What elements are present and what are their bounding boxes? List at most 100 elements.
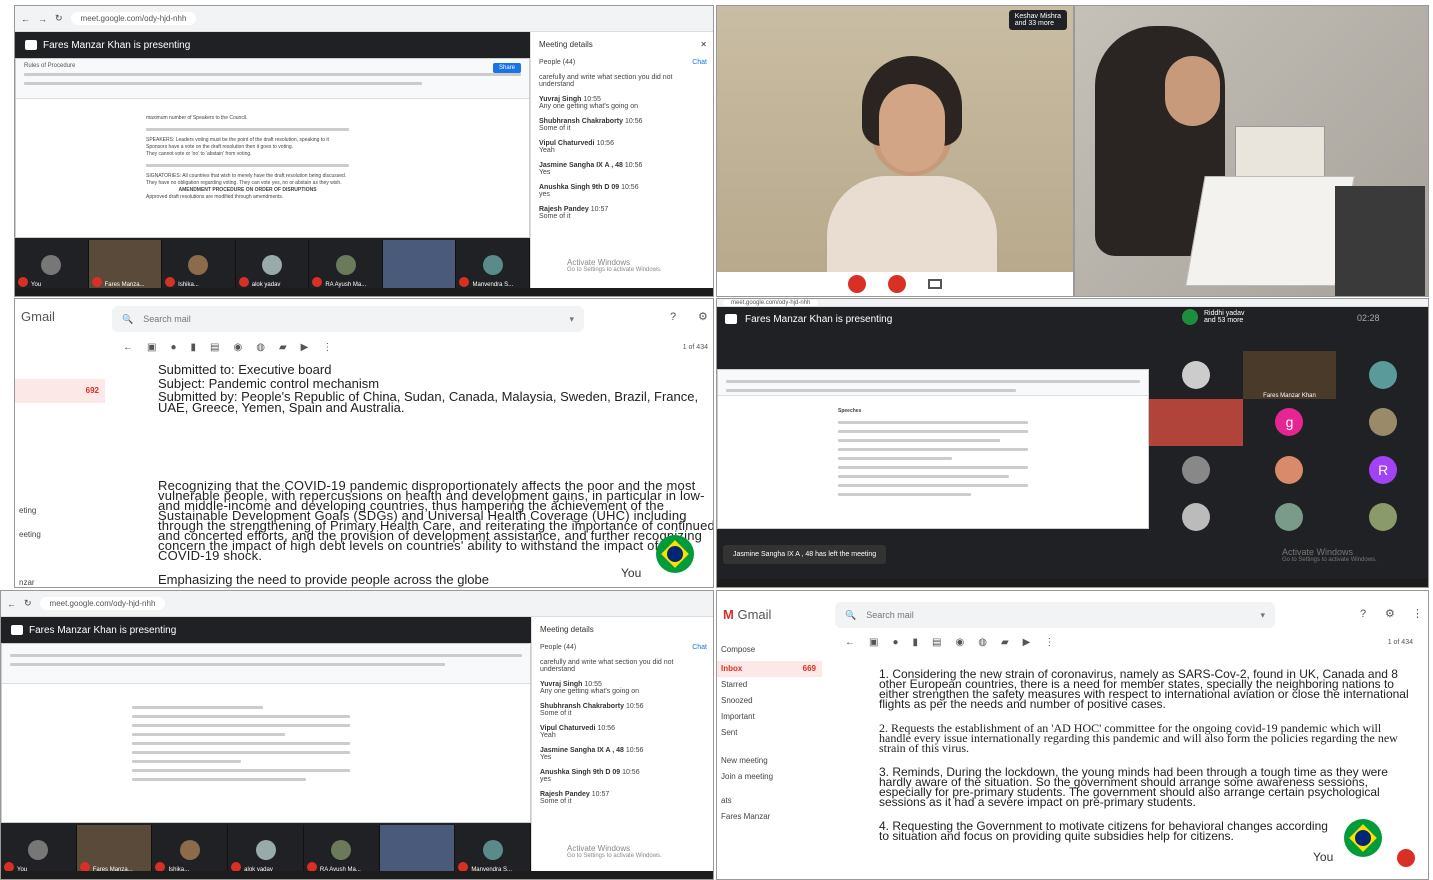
sidebar-item[interactable] [15,451,105,475]
participant-tile[interactable] [1149,446,1243,494]
archive-icon[interactable]: ▣ [147,342,156,353]
more-icon[interactable]: ⋮ [1044,637,1054,648]
participant-tile[interactable]: Manvendra S... [456,240,531,290]
sidebar-item-important[interactable]: Important [717,709,822,725]
participant-tile[interactable]: alok yadav [236,240,310,290]
close-icon[interactable]: ✕ [700,40,707,49]
compose-button[interactable]: Compose [717,639,822,661]
chat-message: Jasmine Sangha IX A , 48 10:56 Yes [539,162,643,176]
sidebar-item[interactable] [15,403,105,427]
participant-tile[interactable] [1149,398,1243,446]
sidebar-item-join-meeting[interactable]: Join a meeting [717,769,822,785]
search-bar[interactable]: 🔍 Search mail ▾ [112,306,584,332]
search-input[interactable]: Search mail [866,610,914,620]
browser-address-bar[interactable]: ← ↻ meet.google.com/ody-hjd-nhh [1,591,713,617]
sidebar-item-chats[interactable]: ats [717,793,822,809]
browser-address-bar[interactable]: ← → ↻ meet.google.com/ody-hjd-nhh [15,6,713,32]
back-arrow-icon[interactable]: ← [845,637,855,648]
mark-unread-icon[interactable]: ▤ [210,342,219,353]
people-tab[interactable]: People (44) [540,644,576,651]
participant-tile-host[interactable]: Fares Manzar Khan [1242,351,1337,399]
participant-tile[interactable]: g [1243,399,1337,447]
sidebar-item[interactable] [15,355,105,379]
gear-icon[interactable]: ⚙ [1385,607,1395,620]
sidebar-item-sent[interactable]: Sent [717,725,822,741]
delete-icon[interactable]: ▮ [913,637,919,648]
sidebar-item-inbox[interactable]: 692 [15,379,105,403]
delete-icon[interactable]: ▮ [191,342,197,353]
camera-icon[interactable] [928,279,942,289]
participant-tile[interactable] [382,240,457,290]
move-to-icon[interactable]: ▰ [1001,637,1009,648]
more-icon[interactable]: ⋮ [322,342,332,353]
move-to-icon[interactable]: ▰ [279,342,287,353]
sidebar-item[interactable] [15,427,105,451]
participant-tile[interactable]: You [15,240,89,290]
participant-tile[interactable] [1336,351,1428,399]
people-tab[interactable]: People (44) [539,59,575,66]
participant-tile[interactable] [1336,399,1428,447]
sidebar-item[interactable]: nzar [15,571,105,587]
participant-tile[interactable]: RA Ayush Ma... [304,825,380,875]
participant-tile[interactable] [379,825,456,875]
sidebar-item-new-meeting[interactable]: New meeting [717,753,822,769]
mic-off-icon[interactable] [1397,849,1415,867]
url-field[interactable]: meet.google.com/ody-hjd-nhh [70,12,197,25]
help-icon[interactable]: ? [1360,608,1366,620]
sidebar-item[interactable] [15,547,105,571]
participant-tile[interactable]: Ishika... [162,240,236,290]
url-field[interactable]: meet.google.com/ody-hjd-nhh [723,299,819,306]
mic-off-icon[interactable] [848,275,866,293]
sidebar-item[interactable] [15,475,105,499]
chevron-down-icon[interactable]: ▾ [569,314,584,325]
browser-address-bar[interactable]: meet.google.com/ody-hjd-nhh [717,299,1428,307]
reload-icon[interactable]: ↻ [55,13,63,24]
back-icon[interactable]: ← [21,14,30,24]
sidebar-item-new-meeting[interactable]: eting [15,499,105,523]
label-icon[interactable]: ▶ [301,342,309,353]
search-input[interactable]: Search mail [143,314,191,324]
mark-unread-icon[interactable]: ▤ [932,637,941,648]
gear-icon[interactable]: ⚙ [698,310,708,323]
participant-tile[interactable]: Manvendra S... [455,825,532,875]
participant-tile[interactable] [1243,446,1337,494]
archive-icon[interactable]: ▣ [869,637,878,648]
back-arrow-icon[interactable]: ← [123,342,133,353]
url-field[interactable]: meet.google.com/ody-hjd-nhh [39,597,166,610]
sidebar-item-starred[interactable]: Starred [717,677,822,693]
reload-icon[interactable]: ↻ [24,598,32,609]
report-spam-icon[interactable]: ● [892,637,898,648]
help-icon[interactable]: ? [670,311,676,323]
participant-tile[interactable]: You [1,825,77,875]
participant-tile[interactable]: Fares Manza... [76,825,153,875]
apps-grid-icon[interactable]: ⋮ [1412,607,1423,620]
participant-tile[interactable] [1243,494,1337,542]
participant-tile[interactable]: Ishika... [152,825,229,875]
chat-tab[interactable]: Chat [692,644,707,651]
participant-tile[interactable]: alok yadav [228,825,304,875]
hang-up-icon[interactable] [888,275,906,293]
add-task-icon[interactable]: ◍ [256,342,265,353]
chat-tab[interactable]: Chat [692,59,707,66]
submitted-to: Submitted to: Executive board [158,362,332,377]
share-button[interactable]: Share [492,63,521,73]
snooze-icon[interactable]: ◉ [233,342,242,353]
participant-tile[interactable]: Fares Manza... [88,240,163,290]
participant-tile[interactable]: RA Ayush Ma... [309,240,383,290]
back-icon[interactable]: ← [7,599,16,609]
snooze-icon[interactable]: ◉ [955,637,964,648]
participant-tile[interactable] [1149,494,1243,542]
add-task-icon[interactable]: ◍ [978,637,987,648]
participant-tile[interactable] [1336,494,1428,542]
search-bar[interactable]: 🔍 Search mail ▾ [835,602,1275,628]
sidebar-item-snoozed[interactable]: Snoozed [717,693,822,709]
sidebar-item-join-meeting[interactable]: eeting [15,523,105,547]
forward-icon[interactable]: → [38,14,47,24]
sidebar-item-inbox[interactable]: Inbox 669 [717,661,822,677]
chevron-down-icon[interactable]: ▾ [1260,610,1275,621]
report-spam-icon[interactable]: ● [170,342,176,353]
sidebar-item-contact[interactable]: Fares Manzar [717,809,822,825]
participant-tile[interactable]: R [1336,446,1428,494]
participant-tile[interactable] [1149,351,1243,399]
label-icon[interactable]: ▶ [1023,637,1031,648]
